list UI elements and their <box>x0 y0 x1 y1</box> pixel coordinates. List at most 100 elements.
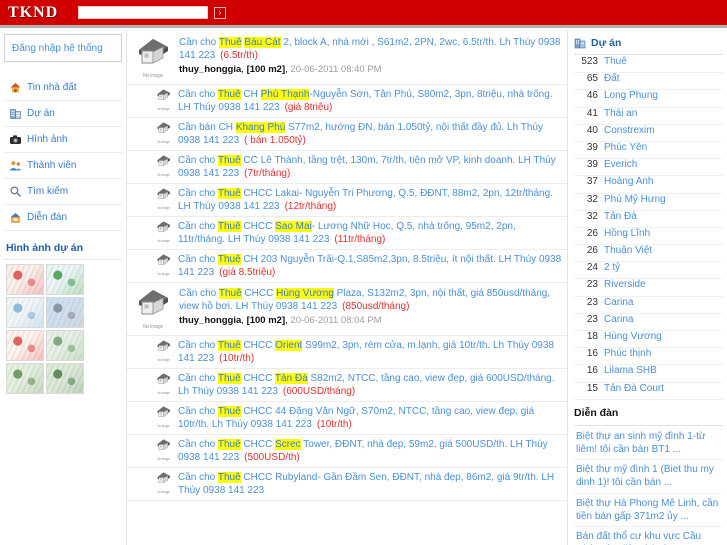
search-submit-button[interactable]: › <box>214 6 226 19</box>
listing-text: Cần cho <box>179 37 219 48</box>
project-row[interactable]: 37 Hoàng Anh <box>574 176 723 194</box>
listing-item[interactable]: No Image Cần cho Thuê CHCC 44 Đặng Văn Ng… <box>127 402 567 435</box>
thumb-map-colorful[interactable] <box>46 264 84 295</box>
forum-post[interactable]: Bán đất thổ cư khu vực Cầu Nhật Tân diện… <box>574 527 723 545</box>
project-row[interactable]: 32 Tản Đà <box>574 211 723 228</box>
highlighted-keyword: Thuê <box>217 221 241 232</box>
listing-item[interactable]: No Image Cần cho Thuê CH Phú Thạnh-Nguyễn… <box>127 85 567 118</box>
building-icon <box>574 37 586 49</box>
thumbnail-image <box>7 265 43 294</box>
highlighted-keyword: Thuê <box>218 288 242 299</box>
project-row[interactable]: 26 Thuận Việt <box>574 245 723 263</box>
sidebar-item-5[interactable]: Diễn đàn <box>4 205 122 231</box>
project-row[interactable]: 18 Hùng Vương <box>574 331 723 349</box>
sidebar-item-label: Thành viên <box>27 160 77 171</box>
listing-title[interactable]: Cần cho Thuê CH Phú Thạnh-Nguyễn Sơn, Tâ… <box>178 88 563 114</box>
listing-body: Cần cho Thuê CHCC Screc Tower, ĐĐNT, nhà… <box>178 438 563 464</box>
thumb-sitemap-1[interactable] <box>6 363 44 394</box>
project-name: Thuận Việt <box>604 245 653 257</box>
project-row[interactable]: 16 Phúc thịnh <box>574 348 723 366</box>
listing-item[interactable]: No Image Cần cho Thuê Bàu Cát 2, block A,… <box>127 32 567 85</box>
listing-text: Cần cho <box>178 340 218 351</box>
project-row[interactable]: 46 Long Phụng <box>574 90 723 108</box>
listing-meta: thuy_honggia, [100 m2], 20-06-2011 08:04… <box>179 314 563 327</box>
listing-title[interactable]: Cần cho Thuê Bàu Cát 2, block A, nhà mới… <box>179 36 563 62</box>
project-row[interactable]: 41 Thái an <box>574 108 723 125</box>
no-image-caption: No Image <box>157 457 170 461</box>
listing-author[interactable]: thuy_honggia <box>179 315 241 326</box>
project-row[interactable]: 15 Tản Đà Court <box>574 383 723 400</box>
sidebar-item-3[interactable]: Thành viên <box>4 153 122 179</box>
listing-item[interactable]: No Image Cần cho Thuê CHCC Hùng Vương Pla… <box>127 283 567 336</box>
project-row[interactable]: 24 2 tỷ <box>574 262 723 280</box>
project-row[interactable]: 65 Đất <box>574 73 723 91</box>
highlighted-keyword: Thuê <box>217 155 241 166</box>
listing-title[interactable]: Cần cho Thuê CHCC 44 Đặng Văn Ngữ, S70m2… <box>178 405 563 431</box>
listing-text: Cần cho <box>178 439 218 450</box>
project-name: Phúc Yên <box>604 141 648 153</box>
sidebar-item-2[interactable]: Hình ảnh <box>4 127 122 153</box>
listing-body: Cần bán CH Khang Phú S77m2, hướng ĐN, bá… <box>178 121 563 147</box>
listing-item[interactable]: No Image Cần cho Thuê CHCC Rubyland- Gần … <box>127 468 567 501</box>
thumb-flyer-2[interactable] <box>6 330 44 361</box>
project-row[interactable]: 32 Phú Mỹ Hưng <box>574 194 723 211</box>
project-row[interactable]: 26 Hồng Lĩnh <box>574 228 723 246</box>
sidebar-item-0[interactable]: Tin nhà đất <box>4 75 122 101</box>
listing-title[interactable]: Cần cho Thuê CHCC Hùng Vương Plaza, S132… <box>179 287 563 313</box>
project-row[interactable]: 23 Carina <box>574 297 723 314</box>
listing-text: Cần cho <box>179 288 219 299</box>
listing-title[interactable]: Cần cho Thuê CC Lê Thành, tầng trệt, 130… <box>178 154 563 180</box>
project-name: Phú Mỹ Hưng <box>604 193 666 205</box>
project-row[interactable]: 40 Constrexim <box>574 125 723 142</box>
listing-item[interactable]: No Image Cần bán CH Khang Phú S77m2, hướn… <box>127 118 567 151</box>
login-link[interactable]: Đăng nhập hệ thống <box>12 43 103 54</box>
listing-item[interactable]: No Image Cần cho Thuê CHCC Orient S99m2, … <box>127 336 567 369</box>
project-count: 24 <box>586 262 598 274</box>
listing-thumb-icon <box>155 88 172 107</box>
project-count: 40 <box>586 124 598 136</box>
thumb-flyer-1[interactable] <box>6 264 44 295</box>
listing-title[interactable]: Cần bán CH Khang Phú S77m2, hướng ĐN, bá… <box>178 121 563 147</box>
listing-title[interactable]: Cần cho Thuê CHCC Screc Tower, ĐĐNT, nhà… <box>178 438 563 464</box>
listing-title[interactable]: Cần cho Thuê CHCC Lakai- Nguyễn Tri Phươ… <box>178 187 563 213</box>
thumbnail-image <box>47 298 83 327</box>
thumb-sitemap-2[interactable] <box>46 363 84 394</box>
listing-item[interactable]: No Image Cần cho Thuê CHCC Lakai- Nguyễn … <box>127 184 567 217</box>
project-name: Tản Đà <box>604 210 637 222</box>
listing-author[interactable]: thuy_honggia <box>179 64 241 75</box>
forum-post[interactable]: Biệt thự an sinh mỹ đình 1-từ liêm! tôi … <box>574 427 723 461</box>
listing-item[interactable]: No Image Cần cho Thuê CHCC Sao Mai- Lương… <box>127 217 567 250</box>
search-input[interactable] <box>78 6 208 19</box>
listing-thumb-icon <box>155 253 172 272</box>
listing-item[interactable]: No Image Cần cho Thuê CH 203 Nguyễn Trãi-… <box>127 250 567 283</box>
forum-post[interactable]: Biệt thự mỹ đình 1 (Biet thu my dinh 1)!… <box>574 460 723 494</box>
login-box[interactable]: Đăng nhập hệ thống <box>4 34 122 62</box>
project-row[interactable]: 523 Thuê <box>574 56 723 74</box>
listing-title[interactable]: Cần cho Thuê CHCC Orient S99m2, 3pn, rèm… <box>178 339 563 365</box>
listing-item[interactable]: No Image Cần cho Thuê CHCC Tản Đà S82m2, … <box>127 369 567 402</box>
listing-item[interactable]: No Image Cần cho Thuê CC Lê Thành, tầng t… <box>127 151 567 184</box>
project-row[interactable]: 39 Phúc Yên <box>574 141 723 160</box>
sidebar-item-1[interactable]: Dự án <box>4 101 122 127</box>
listing-title[interactable]: Cần cho Thuê CH 203 Nguyễn Trãi-Q.1,S85m… <box>178 253 563 279</box>
thumb-collage[interactable] <box>46 330 84 361</box>
listing-price: (600USD/tháng) <box>282 386 356 397</box>
thumb-tower-photo[interactable] <box>46 297 84 328</box>
listing-item[interactable]: No Image Cần cho Thuê CHCC Screc Tower, Đ… <box>127 435 567 468</box>
project-row[interactable]: 39 Everich <box>574 159 723 177</box>
project-row[interactable]: 23 Riverside <box>574 279 723 297</box>
listing-body: Cần cho Thuê CHCC Lakai- Nguyễn Tri Phươ… <box>178 187 563 213</box>
project-name: Phúc thịnh <box>604 348 652 360</box>
listing-meta: thuy_honggia, [100 m2], 20-06-2011 08:40… <box>179 63 563 76</box>
project-row[interactable]: 16 Lilama SHB <box>574 365 723 383</box>
sidebar-item-4[interactable]: Tìm kiếm <box>4 179 122 205</box>
listing-text: Cần cho <box>178 373 218 384</box>
thumb-map-roads[interactable] <box>6 297 44 328</box>
users-icon <box>9 159 22 172</box>
listing-title[interactable]: Cần cho Thuê CHCC Tản Đà S82m2, NTCC, tầ… <box>178 372 563 398</box>
listing-title[interactable]: Cần cho Thuê CHCC Rubyland- Gần Đầm Sen,… <box>178 471 563 497</box>
listing-title[interactable]: Cần cho Thuê CHCC Sao Mai- Lương Nhữ Học… <box>178 220 563 246</box>
project-name: Tản Đà Court <box>604 382 665 394</box>
forum-post[interactable]: Biệt thự Hà Phong Mê Linh, cần tiền bán … <box>574 494 723 527</box>
project-row[interactable]: 23 Carina <box>574 314 723 331</box>
